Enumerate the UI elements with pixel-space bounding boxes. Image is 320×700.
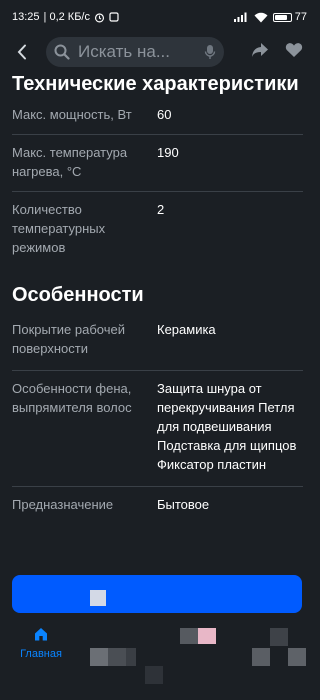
section-features: Особенности Покрытие рабочей поверхности… xyxy=(0,283,315,524)
section-title: Особенности xyxy=(12,284,144,306)
nav-item-placeholder xyxy=(145,666,163,684)
spec-row: Покрытие рабочей поверхности Керамика xyxy=(12,312,303,371)
product-details: Технические характеристики Макс. мощност… xyxy=(0,72,315,572)
alarm-icon xyxy=(94,12,105,23)
spec-label: Особенности фена, выпрямителя волос xyxy=(12,381,132,415)
battery-icon xyxy=(272,12,292,22)
back-button[interactable] xyxy=(8,38,36,66)
spec-row: Макс. температура нагрева, °С 190 xyxy=(12,135,303,192)
spec-value: Бытовое xyxy=(157,497,210,512)
add-to-cart-button[interactable] xyxy=(12,575,302,613)
spec-value: 2 xyxy=(157,202,165,217)
signal-bars-icon xyxy=(233,12,249,22)
spec-row: Количество температурных режимов 2 xyxy=(12,192,303,271)
section-title: Технические характеристики xyxy=(12,73,299,95)
heart-icon xyxy=(285,42,303,57)
home-icon xyxy=(35,628,47,641)
share-button[interactable] xyxy=(251,42,269,63)
status-bar: 13:25 | 0,2 КБ/с 77 xyxy=(0,0,315,34)
chevron-left-icon xyxy=(17,44,26,60)
nav-item-home[interactable]: Главная xyxy=(14,626,68,660)
status-time: 13:25 xyxy=(12,11,40,23)
top-bar: Искать на... xyxy=(0,34,315,70)
bottom-navigation: Главная xyxy=(0,618,315,700)
spec-label: Предназначение xyxy=(12,497,114,512)
spec-value: Керамика xyxy=(157,322,216,337)
spec-label: Макс. мощность, Вт xyxy=(12,107,132,122)
microphone-icon[interactable] xyxy=(204,44,216,60)
nav-item-cart[interactable] xyxy=(180,628,216,644)
search-placeholder: Искать на... xyxy=(78,42,170,61)
spec-value: 190 xyxy=(157,145,179,160)
spec-value: 60 xyxy=(157,107,172,122)
button-content-placeholder xyxy=(90,590,106,606)
nav-item-home-label: Главная xyxy=(20,648,62,660)
favorite-button[interactable] xyxy=(285,42,303,63)
nav-item-profile[interactable] xyxy=(252,628,306,666)
section-tech-specs: Технические характеристики Макс. мощност… xyxy=(0,72,315,271)
share-icon xyxy=(252,42,268,57)
app-notification-icon xyxy=(109,12,119,22)
search-icon xyxy=(54,44,70,60)
nav-item-catalog[interactable] xyxy=(90,648,136,666)
spec-label: Количество температурных режимов xyxy=(12,202,106,255)
spec-row: Макс. мощность, Вт 60 xyxy=(12,97,303,135)
spec-label: Покрытие рабочей поверхности xyxy=(12,322,126,356)
spec-label: Макс. температура нагрева, °С xyxy=(12,145,128,179)
battery-indicator: 77 xyxy=(272,11,307,23)
battery-percent: 77 xyxy=(294,11,307,23)
spec-value: Защита шнура от перекручивания Петля для… xyxy=(157,381,297,472)
spec-row: Предназначение Бытовое xyxy=(12,487,303,524)
wifi-icon xyxy=(254,12,268,23)
status-network-speed: | 0,2 КБ/с xyxy=(43,11,90,23)
search-input[interactable]: Искать на... xyxy=(46,37,224,67)
spec-row: Особенности фена, выпрямителя волос Защи… xyxy=(12,371,303,487)
